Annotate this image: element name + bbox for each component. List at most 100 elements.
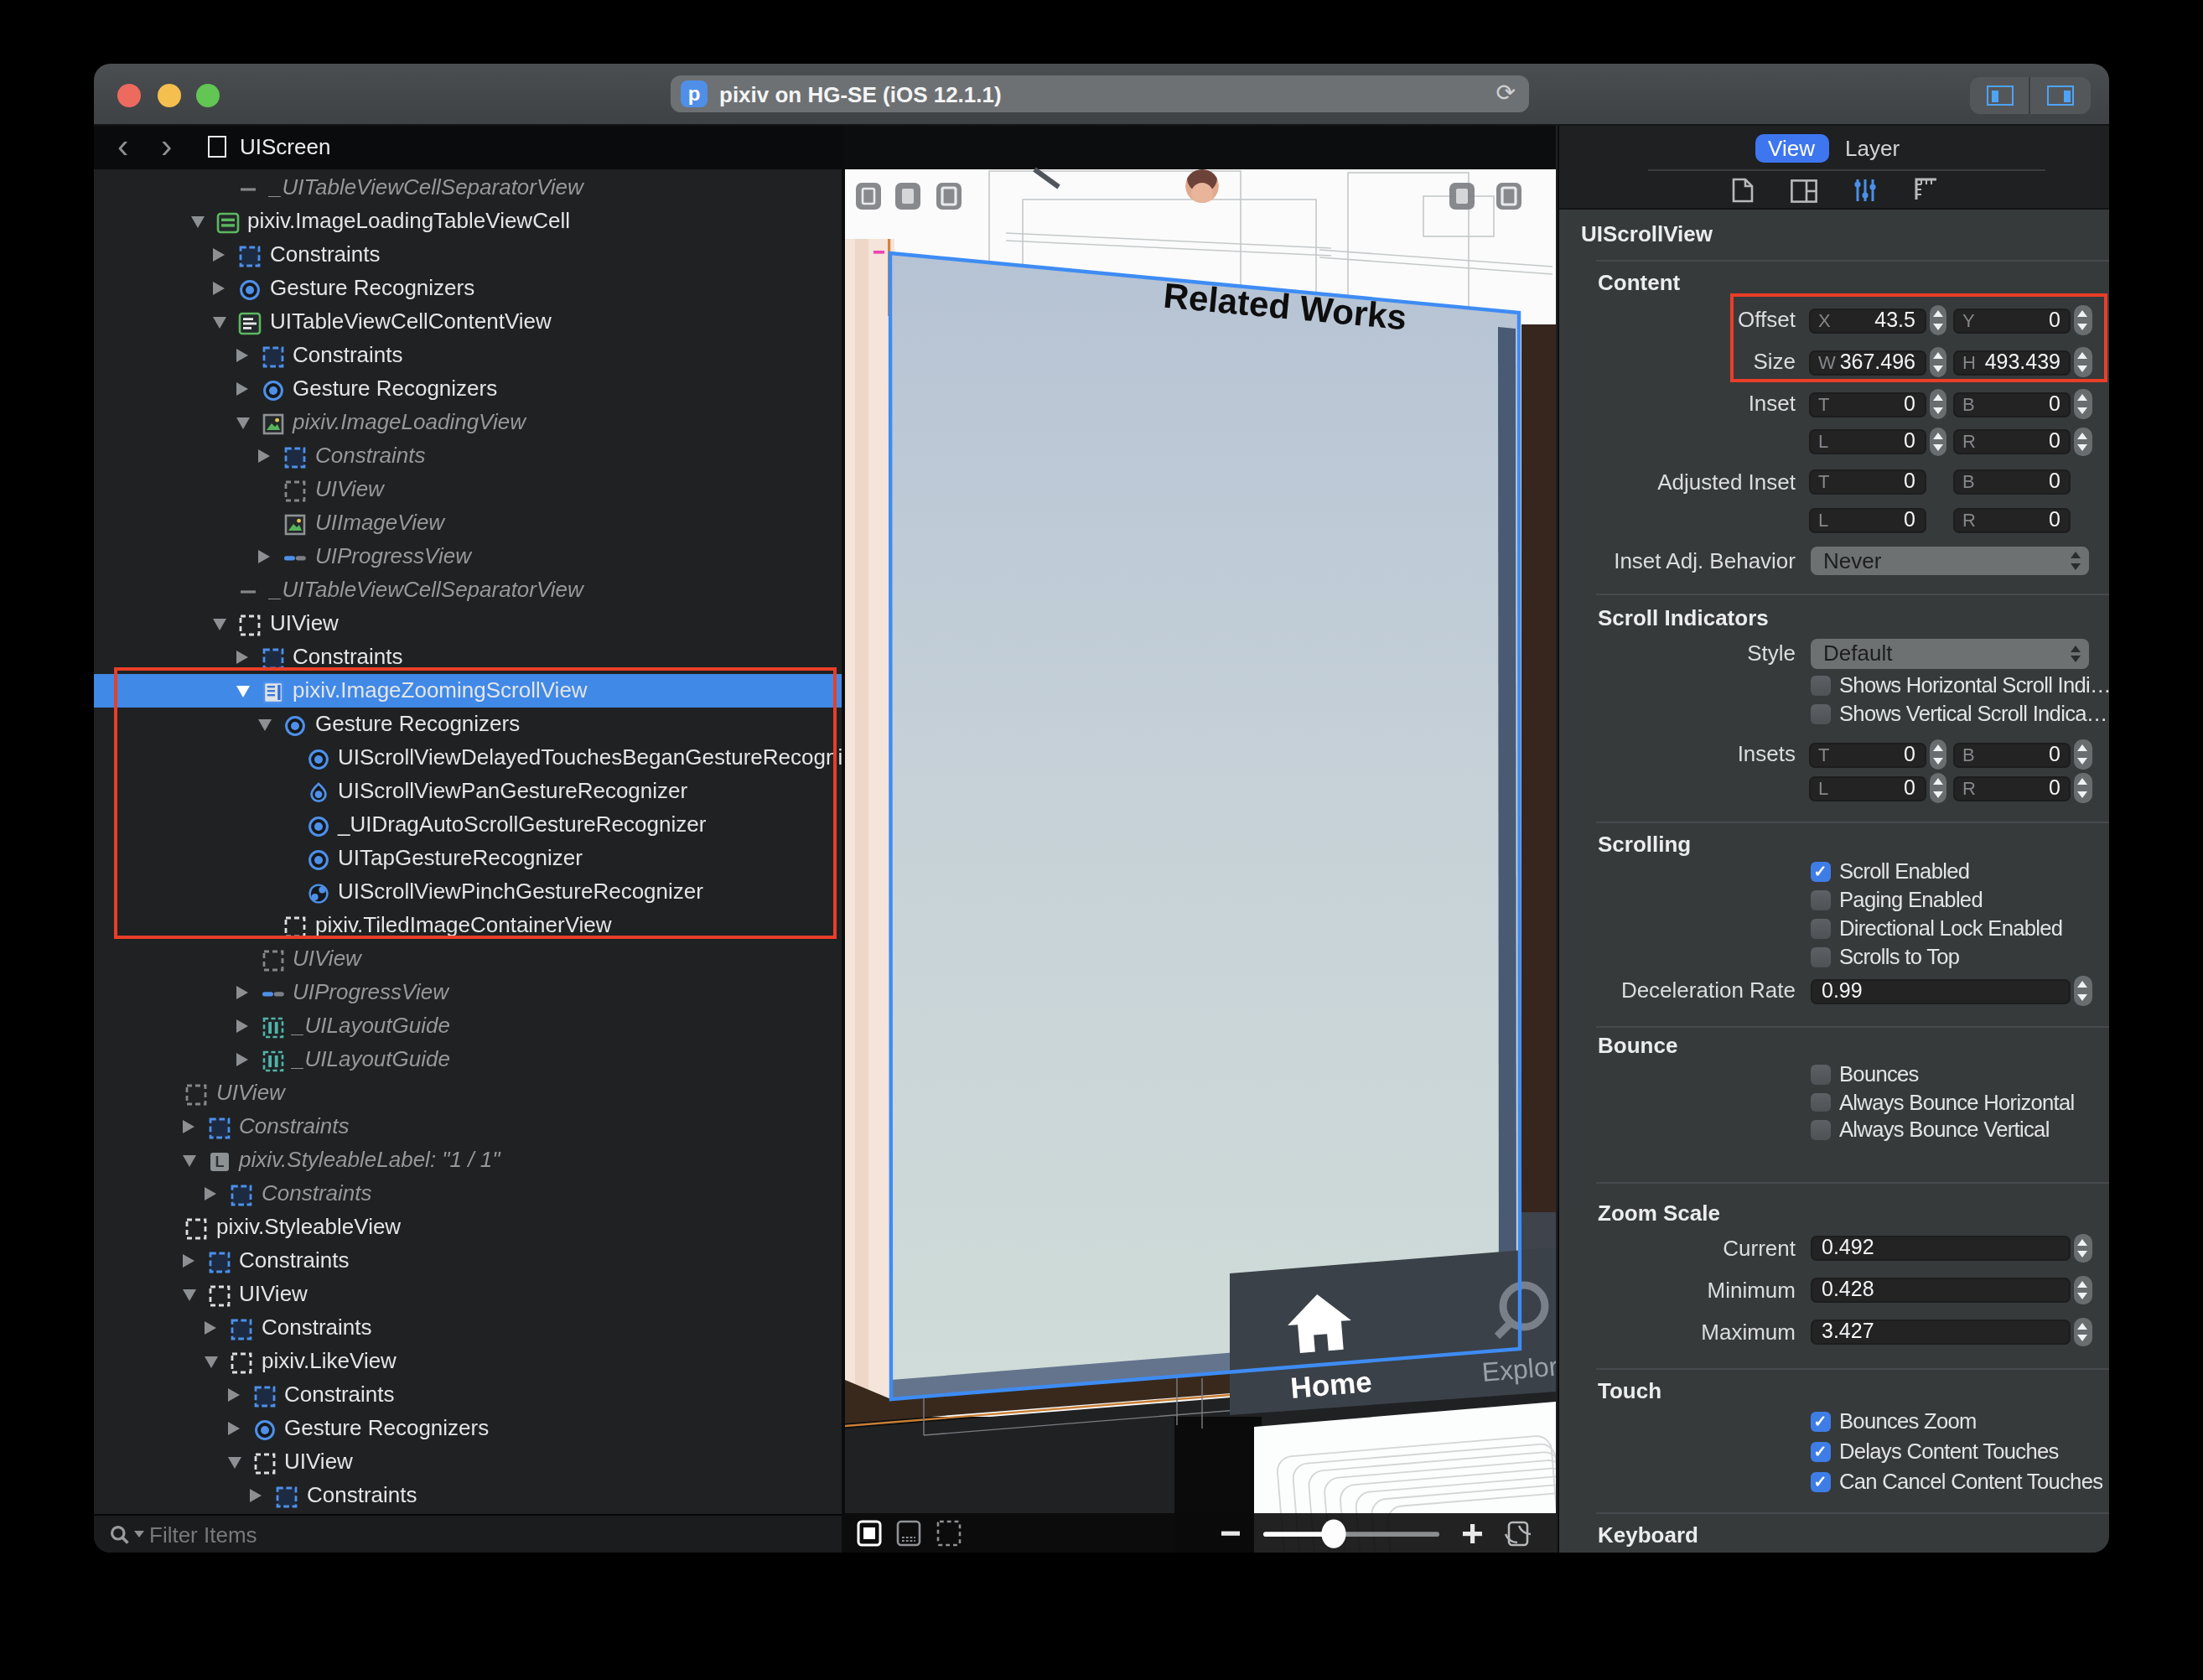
stepper[interactable] xyxy=(1929,740,1946,770)
tab-view[interactable]: View xyxy=(1755,133,1828,163)
value-field[interactable]: R0 xyxy=(1952,429,2071,454)
disclosure-right-icon[interactable] xyxy=(205,1320,216,1334)
tree-row[interactable]: _UITableViewCellSeparatorView xyxy=(94,170,841,204)
dropdown[interactable]: Never xyxy=(1810,547,2089,576)
toggle-right-sidebar-button[interactable] xyxy=(2030,77,2091,114)
disclosure-right-icon[interactable] xyxy=(182,1119,194,1133)
canvas-overlay-button[interactable] xyxy=(855,183,880,210)
tree-row[interactable]: _UITableViewCellSeparatorView xyxy=(94,573,841,606)
stepper[interactable] xyxy=(2074,1318,2092,1347)
checkbox[interactable] xyxy=(1811,704,1830,723)
value-field[interactable]: B0 xyxy=(1952,469,2071,495)
tree-row[interactable]: UIImageView xyxy=(94,506,841,539)
tree-row[interactable]: pixiv.ImageLoadingView xyxy=(94,405,841,438)
tree-row[interactable]: pixiv.ImageZoomingScrollView xyxy=(94,673,841,707)
stepper[interactable] xyxy=(1929,306,1946,335)
close-button[interactable] xyxy=(117,84,141,107)
tree-row[interactable]: UIView xyxy=(94,606,841,640)
value-field[interactable]: H493.439 xyxy=(1952,350,2071,375)
checkbox[interactable] xyxy=(1811,676,1830,695)
value-field[interactable]: T0 xyxy=(1808,742,1926,767)
stepper[interactable] xyxy=(2074,428,2092,457)
tree-row[interactable]: Constraints xyxy=(94,1478,841,1511)
reload-icon[interactable]: ⟳ xyxy=(1496,79,1516,106)
value-field[interactable]: W367.496 xyxy=(1808,350,1926,375)
minimize-button[interactable] xyxy=(157,84,180,107)
tree-row[interactable]: pixiv.StyleableView xyxy=(94,1210,841,1243)
tree-row[interactable]: Constraints xyxy=(94,237,841,271)
disclosure-down-icon[interactable] xyxy=(182,1155,195,1167)
stepper[interactable] xyxy=(2074,348,2092,377)
tree-row[interactable]: Constraints xyxy=(94,1310,841,1344)
value-field[interactable]: L0 xyxy=(1808,507,1926,532)
quick-help-inspector-icon[interactable] xyxy=(1791,179,1817,202)
disclosure-right-icon[interactable] xyxy=(258,449,270,462)
tree-row[interactable]: Lpixiv.StyleableLabel: "1 / 1" xyxy=(94,1143,841,1176)
value-field[interactable]: L0 xyxy=(1808,429,1926,454)
value-field[interactable]: B0 xyxy=(1952,742,2071,767)
zoom-slider-knob[interactable] xyxy=(1320,1519,1345,1548)
tree-row[interactable]: UIView xyxy=(94,1076,841,1109)
tree-row[interactable]: UITapGestureRecognizer xyxy=(94,841,841,874)
value-field[interactable]: Y0 xyxy=(1952,308,2071,333)
tree-row[interactable]: Gesture Recognizers xyxy=(94,371,841,405)
filter-input[interactable]: Filter Items xyxy=(149,1515,257,1553)
disclosure-down-icon[interactable] xyxy=(258,719,272,731)
tree-row[interactable]: Constraints xyxy=(94,338,841,371)
canvas-overlay-button[interactable] xyxy=(894,183,920,210)
tree-row[interactable]: Constraints xyxy=(94,640,841,673)
disclosure-down-icon[interactable] xyxy=(236,686,249,697)
filter-options-chevron-icon[interactable] xyxy=(134,1530,144,1537)
disclosure-right-icon[interactable] xyxy=(236,381,247,395)
disclosure-right-icon[interactable] xyxy=(250,1488,262,1501)
stepper[interactable] xyxy=(2074,390,2092,419)
toggle-left-sidebar-button[interactable] xyxy=(1970,77,2030,114)
tree-row[interactable]: UIScrollViewPanGestureRecognizer xyxy=(94,774,841,807)
disclosure-right-icon[interactable] xyxy=(258,549,270,563)
disclosure-right-icon[interactable] xyxy=(227,1387,239,1401)
checkbox[interactable]: ✓ xyxy=(1811,1442,1830,1461)
tree-row[interactable]: UITableViewCellContentView xyxy=(94,304,841,338)
disclosure-right-icon[interactable] xyxy=(205,1186,216,1200)
tree-row[interactable]: UIView xyxy=(94,941,841,975)
tree-row[interactable]: UIView xyxy=(94,472,841,506)
value-field[interactable]: 0.428 xyxy=(1810,1278,2071,1303)
jumpbar-label[interactable]: UIScreen xyxy=(240,126,330,169)
checkbox[interactable] xyxy=(1811,1065,1830,1084)
value-field[interactable]: T0 xyxy=(1808,391,1926,417)
disclosure-right-icon[interactable] xyxy=(236,1019,247,1032)
tree-row[interactable]: pixiv.ImageLoadingTableViewCell xyxy=(94,204,841,237)
stepper[interactable] xyxy=(1929,774,1946,803)
tree-row[interactable]: UIScrollViewDelayedTouchesBeganGestureRe… xyxy=(94,740,841,774)
checkbox[interactable]: ✓ xyxy=(1811,1412,1830,1431)
disclosure-right-icon[interactable] xyxy=(213,281,225,294)
disclosure-down-icon[interactable] xyxy=(182,1289,195,1301)
disclosure-down-icon[interactable] xyxy=(213,317,226,329)
tree-row[interactable]: Constraints xyxy=(94,1176,841,1210)
stepper[interactable] xyxy=(1929,348,1946,377)
dropdown[interactable]: Default xyxy=(1810,640,2089,669)
tree-row[interactable]: _UILayoutGuide xyxy=(94,1042,841,1076)
stepper[interactable] xyxy=(2074,977,2092,1006)
tree-row[interactable]: Constraints xyxy=(94,1109,841,1143)
canvas-overlay-button[interactable] xyxy=(1449,183,1474,210)
value-field[interactable]: R0 xyxy=(1952,775,2071,801)
canvas-overlay-button[interactable] xyxy=(936,183,961,210)
stepper[interactable] xyxy=(2074,1276,2092,1305)
tree-row[interactable]: Gesture Recognizers xyxy=(94,1411,841,1444)
tree-row[interactable]: Constraints xyxy=(94,1243,841,1277)
checkbox[interactable] xyxy=(1811,1120,1830,1139)
tree-row[interactable]: UIView xyxy=(94,1277,841,1310)
disclosure-down-icon[interactable] xyxy=(236,417,249,429)
canvas-overlay-button[interactable] xyxy=(1495,183,1521,210)
forward-chevron-icon[interactable]: › xyxy=(161,126,172,168)
tree-row[interactable]: _UILayoutGuide xyxy=(94,1009,841,1042)
size-inspector-icon[interactable] xyxy=(1914,178,1937,201)
attributes-inspector-icon[interactable] xyxy=(1853,177,1875,202)
disclosure-down-icon[interactable] xyxy=(213,619,226,630)
value-field[interactable]: 0.99 xyxy=(1810,978,2071,1003)
stepper[interactable] xyxy=(1929,428,1946,457)
tree-row[interactable]: UIView xyxy=(94,1444,841,1478)
disclosure-right-icon[interactable] xyxy=(213,247,225,261)
checkbox[interactable] xyxy=(1811,890,1830,910)
